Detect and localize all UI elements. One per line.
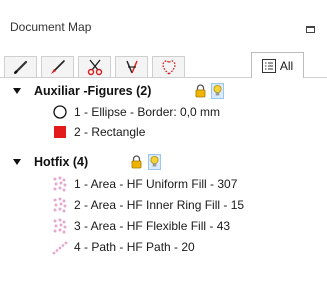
rectangle-icon <box>54 126 66 138</box>
group-label: Auxiliar -Figures (2) <box>34 84 152 98</box>
expand-caret-icon[interactable] <box>13 159 21 165</box>
ellipse-icon <box>53 105 67 119</box>
cut-path-icon <box>125 60 138 74</box>
hotfix-area-icon <box>53 218 67 234</box>
tree-item[interactable]: 2 - Rectangle <box>0 122 327 142</box>
tab-scissors[interactable] <box>78 56 111 77</box>
item-label: 2 - Area - HF Inner Ring Fill - 15 <box>74 198 245 212</box>
item-label: 2 - Rectangle <box>74 125 146 139</box>
document-map-panel: Document Map All Auxiliar -Figures (2) 1… <box>0 0 327 285</box>
panel-titlebar: Document Map <box>0 0 327 50</box>
tree-item[interactable]: 4 - Path - HF Path - 20 <box>0 237 327 257</box>
tree-group-hotfix[interactable]: Hotfix (4) <box>0 152 327 172</box>
item-label: 3 - Area - HF Flexible Fill - 43 <box>74 219 231 233</box>
pencil-icon <box>13 60 27 75</box>
tab-all-label: All <box>279 58 294 73</box>
tab-pencil[interactable] <box>4 56 37 77</box>
expand-caret-icon[interactable] <box>13 88 21 94</box>
shape-outline-icon <box>161 60 176 75</box>
tree-item[interactable]: 1 - Area - HF Uniform Fill - 307 <box>0 174 327 194</box>
minimize-icon[interactable] <box>306 26 315 33</box>
tree-group-auxiliar-figures[interactable]: Auxiliar -Figures (2) <box>0 81 327 101</box>
tree-item[interactable]: 2 - Area - HF Inner Ring Fill - 15 <box>0 195 327 215</box>
tab-all[interactable]: All <box>251 52 304 78</box>
tab-brush[interactable] <box>41 56 74 77</box>
hotfix-path-icon <box>52 241 68 255</box>
scissors-icon <box>87 59 102 76</box>
brush-icon <box>50 60 65 74</box>
tree-item[interactable]: 3 - Area - HF Flexible Fill - 43 <box>0 216 327 236</box>
hotfix-area-icon <box>53 197 67 213</box>
group-label: Hotfix (4) <box>34 155 89 169</box>
item-label: 1 - Area - HF Uniform Fill - 307 <box>74 177 238 191</box>
tab-cut-path[interactable] <box>115 56 148 77</box>
list-icon <box>261 58 276 73</box>
lock-icon[interactable] <box>195 84 206 98</box>
tab-strip: All <box>0 51 327 78</box>
lightbulb-icon[interactable] <box>211 83 224 99</box>
tree-item[interactable]: 1 - Ellipse - Border: 0,0 mm <box>0 102 327 122</box>
lock-icon[interactable] <box>131 155 142 169</box>
item-label: 4 - Path - HF Path - 20 <box>74 240 195 254</box>
item-label: 1 - Ellipse - Border: 0,0 mm <box>74 105 221 119</box>
hotfix-area-icon <box>53 176 67 192</box>
tab-shape-outline[interactable] <box>152 56 185 77</box>
panel-title: Document Map <box>10 20 92 34</box>
lightbulb-icon[interactable] <box>148 154 161 170</box>
